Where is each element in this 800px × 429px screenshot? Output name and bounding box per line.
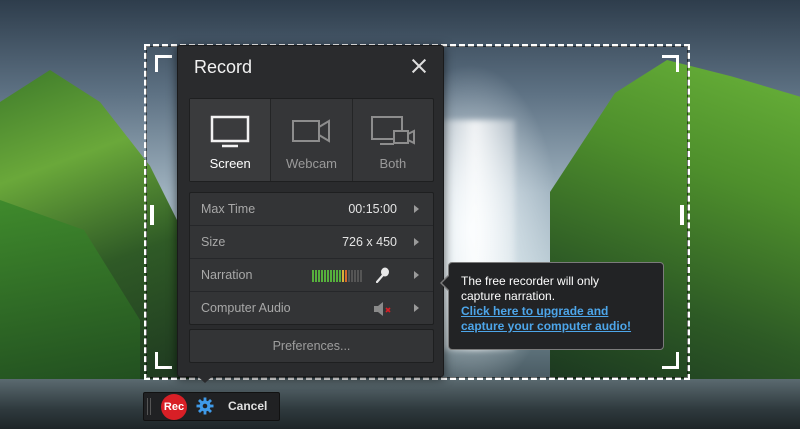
cancel-button[interactable]: Cancel: [228, 399, 267, 413]
monitor-icon: [210, 115, 250, 148]
recorder-toolbar: Rec Cancel: [143, 392, 280, 421]
webcam-icon: [292, 119, 331, 143]
record-mode-selector: Screen Webcam Both: [189, 98, 434, 182]
preferences-button[interactable]: Preferences...: [189, 329, 434, 363]
tooltip-text-line1: The free recorder will only: [461, 274, 600, 288]
size-label: Size: [201, 235, 226, 249]
panel-pointer: [195, 374, 215, 383]
tooltip-text-line2: capture narration.: [461, 289, 556, 303]
speaker-muted-icon[interactable]: [373, 302, 395, 316]
record-panel: Record Screen Webcam Both Max Time 00:15…: [177, 45, 444, 377]
resize-handle-top-left[interactable]: [155, 55, 172, 72]
max-time-label: Max Time: [201, 202, 256, 216]
resize-handle-top-right[interactable]: [662, 55, 679, 72]
mode-screen-label: Screen: [209, 156, 251, 171]
chevron-right-icon: [414, 238, 419, 246]
preferences-label: Preferences...: [272, 339, 351, 353]
resize-handle-bottom-left[interactable]: [155, 352, 172, 369]
size-row[interactable]: Size 726 x 450: [190, 226, 433, 259]
resize-handle-left[interactable]: [150, 205, 154, 225]
chevron-right-icon: [414, 271, 419, 279]
mode-webcam-button[interactable]: Webcam: [271, 99, 353, 181]
panel-header: Record: [178, 46, 443, 86]
panel-title: Record: [194, 57, 253, 77]
record-button[interactable]: Rec: [161, 394, 187, 420]
chevron-right-icon: [414, 205, 419, 213]
monitor-webcam-icon: [370, 116, 415, 145]
computer-audio-label: Computer Audio: [201, 301, 291, 315]
audio-level-meter-icon: [312, 270, 362, 282]
mode-screen-button[interactable]: Screen: [190, 99, 272, 181]
resize-handle-bottom-right[interactable]: [662, 352, 679, 369]
drag-grip-icon[interactable]: [147, 398, 153, 415]
upgrade-link-line2[interactable]: capture your computer audio!: [461, 319, 651, 334]
resize-handle-right[interactable]: [680, 205, 684, 225]
upgrade-link-line1[interactable]: Click here to upgrade and: [461, 304, 651, 319]
max-time-value: 00:15:00: [348, 202, 397, 216]
computer-audio-row[interactable]: Computer Audio: [190, 292, 433, 324]
mode-webcam-label: Webcam: [285, 156, 338, 171]
gear-icon[interactable]: [196, 397, 214, 415]
microphone-icon[interactable]: [376, 267, 390, 283]
background-ground: [0, 379, 800, 429]
close-icon[interactable]: [409, 56, 429, 76]
mode-both-button[interactable]: Both: [353, 99, 433, 181]
record-settings-list: Max Time 00:15:00 Size 726 x 450 Narrati…: [189, 192, 434, 325]
chevron-right-icon: [414, 304, 419, 312]
mode-both-label: Both: [379, 156, 407, 171]
upgrade-tooltip: The free recorder will only capture narr…: [440, 262, 664, 350]
narration-row[interactable]: Narration: [190, 259, 433, 292]
max-time-row[interactable]: Max Time 00:15:00: [190, 193, 433, 226]
narration-label: Narration: [201, 268, 253, 282]
size-value: 726 x 450: [342, 235, 397, 249]
